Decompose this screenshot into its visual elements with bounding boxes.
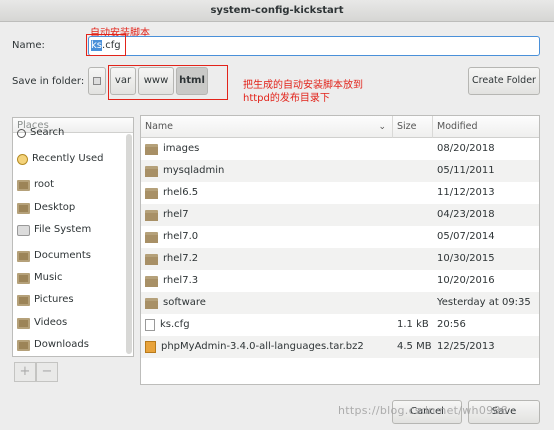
file-list: Name ⌄ Size Modified images 08/20/2018 m… [140, 115, 540, 385]
folder-icon [145, 253, 158, 265]
table-row[interactable]: rhel6.5 11/12/2013 [141, 182, 539, 204]
search-icon [17, 128, 26, 138]
table-row[interactable]: mysqladmin 05/11/2011 [141, 160, 539, 182]
annotation-box-name [86, 34, 126, 56]
add-bookmark-button[interactable]: + [14, 362, 36, 382]
file-modified: 12/25/2013 [437, 341, 495, 352]
drive-icon [17, 224, 30, 236]
place-item-pictures[interactable]: Pictures [17, 291, 74, 309]
save-in-folder-label: Save in folder: [12, 76, 85, 87]
pathbar-scroll-left-button[interactable] [88, 67, 106, 95]
folder-icon [17, 339, 30, 351]
remove-bookmark-button[interactable]: − [36, 362, 58, 382]
folder-icon [145, 275, 158, 287]
place-item-file-system[interactable]: File System [17, 221, 91, 239]
place-item-documents[interactable]: Documents [17, 247, 91, 265]
watermark-text: https://blog.csdn.net/wh0988 [338, 404, 509, 417]
file-modified: 11/12/2013 [437, 187, 495, 198]
place-item-recently-used[interactable]: Recently Used [17, 150, 103, 168]
folder-icon [145, 209, 158, 221]
place-label: Downloads [34, 339, 89, 350]
archive-icon [145, 341, 156, 353]
table-row[interactable]: software Yesterday at 09:35 [141, 292, 539, 314]
folder-icon [145, 187, 158, 199]
place-item-search[interactable]: Search [17, 128, 64, 138]
file-size: 1.1 kB [397, 319, 429, 330]
place-label: Pictures [34, 294, 74, 305]
chevron-left-icon [93, 77, 101, 85]
place-item-music[interactable]: Music [17, 269, 62, 287]
folder-icon [145, 143, 158, 155]
file-name: rhel7.2 [163, 253, 199, 264]
file-name: images [163, 143, 200, 154]
file-name: software [163, 297, 206, 308]
place-item-desktop[interactable]: Desktop [17, 199, 75, 217]
table-row[interactable]: rhel7 04/23/2018 [141, 204, 539, 226]
folder-icon [145, 165, 158, 177]
folder-icon [17, 317, 30, 329]
create-folder-button[interactable]: Create Folder [468, 67, 540, 95]
file-modified: 05/07/2014 [437, 231, 495, 242]
window-title: system-config-kickstart [0, 0, 554, 22]
table-row[interactable]: rhel7.3 10/20/2016 [141, 270, 539, 292]
table-row[interactable]: rhel7.2 10/30/2015 [141, 248, 539, 270]
chevron-down-icon: ⌄ [378, 122, 386, 132]
places-panel: Places Search Recently Used root Desktop… [12, 117, 134, 357]
file-name: rhel7 [163, 209, 189, 220]
column-header-name[interactable]: Name ⌄ [141, 116, 393, 138]
table-row[interactable]: phpMyAdmin-3.4.0-all-languages.tar.bz2 4… [141, 336, 539, 358]
file-modified: 08/20/2018 [437, 143, 495, 154]
file-modified: 20:56 [437, 319, 466, 330]
folder-icon [145, 231, 158, 243]
place-label: Videos [34, 317, 68, 328]
file-name: rhel7.0 [163, 231, 199, 242]
file-modified: Yesterday at 09:35 [437, 297, 531, 308]
column-header-modified[interactable]: Modified [433, 116, 539, 138]
place-label: Music [34, 272, 63, 283]
place-label: root [34, 179, 55, 190]
place-label: Recently Used [32, 153, 104, 164]
file-modified: 10/30/2015 [437, 253, 495, 264]
folder-icon [17, 294, 30, 306]
place-item-root[interactable]: root [17, 176, 54, 194]
places-scrollbar[interactable] [126, 134, 132, 354]
file-size: 4.5 MB [397, 341, 432, 352]
file-name: mysqladmin [163, 165, 225, 176]
clock-icon [17, 153, 28, 165]
place-item-videos[interactable]: Videos [17, 314, 67, 332]
file-name: rhel6.5 [163, 187, 199, 198]
file-name: phpMyAdmin-3.4.0-all-languages.tar.bz2 [161, 341, 364, 352]
home-folder-icon [17, 179, 30, 191]
name-label: Name: [12, 40, 45, 51]
folder-icon [17, 250, 30, 262]
annotation-box-path [108, 65, 228, 100]
place-label: Desktop [34, 202, 76, 213]
file-name: ks.cfg [160, 319, 190, 330]
places-button-group: + − [14, 362, 58, 382]
table-row[interactable]: images 08/20/2018 [141, 138, 539, 160]
folder-icon [145, 297, 158, 309]
place-label: Documents [34, 250, 92, 261]
table-row[interactable]: ks.cfg 1.1 kB 20:56 [141, 314, 539, 336]
folder-icon [17, 272, 30, 284]
column-header-size[interactable]: Size [393, 116, 433, 138]
document-icon [145, 319, 155, 331]
place-label: File System [34, 224, 92, 235]
place-item-downloads[interactable]: Downloads [17, 336, 89, 354]
file-modified: 10/20/2016 [437, 275, 495, 286]
desktop-folder-icon [17, 202, 30, 214]
file-name: rhel7.3 [163, 275, 199, 286]
file-modified: 05/11/2011 [437, 165, 495, 176]
place-label: Search [30, 128, 65, 138]
annotation-middle: 把生成的自动安装脚本放到 httpd的发布目录下 [243, 80, 363, 104]
column-label: Name [145, 121, 174, 132]
table-row[interactable]: rhel7.0 05/07/2014 [141, 226, 539, 248]
name-input[interactable]: ks.cfg [88, 36, 540, 56]
file-modified: 04/23/2018 [437, 209, 495, 220]
